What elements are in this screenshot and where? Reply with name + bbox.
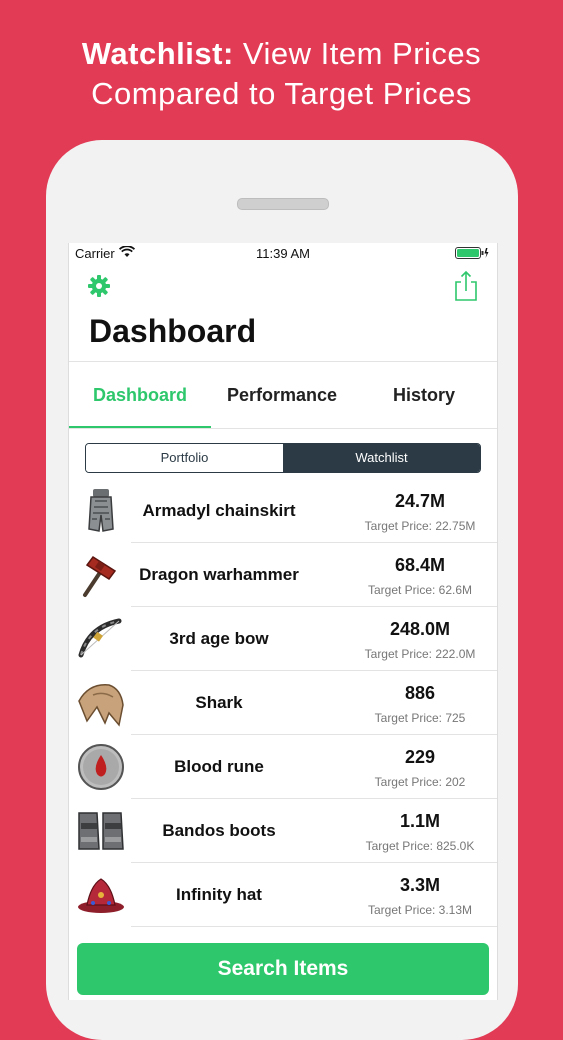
item-target-price: Target Price: 3.13M — [367, 903, 473, 917]
battery-icon — [455, 247, 489, 259]
list-item[interactable]: Shark 886 Target Price: 725 — [69, 671, 497, 735]
list-item[interactable]: Infinity hat 3.3M Target Price: 3.13M — [69, 863, 497, 927]
gear-icon[interactable] — [87, 274, 111, 298]
list-item[interactable]: Armadyl chainskirt 24.7M Target Price: 2… — [69, 479, 497, 543]
segment-watchlist[interactable]: Watchlist — [283, 444, 480, 472]
list-item[interactable]: Bandos boots 1.1M Target Price: 825.0K — [69, 799, 497, 863]
blood-rune-icon — [78, 744, 124, 790]
row-separator — [131, 926, 497, 927]
item-name: Bandos boots — [162, 821, 276, 840]
item-name: Dragon warhammer — [139, 565, 299, 584]
promo-title-rest: View Item Prices — [233, 36, 482, 71]
item-name: 3rd age bow — [169, 629, 269, 648]
item-target-price: Target Price: 725 — [374, 711, 466, 725]
list-item[interactable]: 3rd age bow 248.0M Target Price: 222.0M — [69, 607, 497, 671]
item-target-price: Target Price: 825.0K — [365, 839, 475, 853]
item-price: 3.3M — [399, 875, 441, 895]
item-name: Infinity hat — [176, 885, 262, 904]
dragon-warhammer-icon — [83, 555, 117, 597]
promo-title-bold: Watchlist: — [81, 36, 234, 71]
item-name: Shark — [195, 693, 243, 712]
search-items-button[interactable]: Search Items — [77, 943, 489, 995]
item-price: 886 — [404, 683, 436, 703]
promo-line-1: Watchlist: View Item Prices — [0, 34, 563, 74]
item-price: 1.1M — [399, 811, 441, 831]
app-screen: Carrier 11:39 AM Dashboard Dashboard Per… — [68, 243, 498, 1000]
shark-icon — [78, 684, 124, 727]
item-target-price: Target Price: 202 — [374, 775, 466, 789]
tabs-divider — [69, 428, 497, 429]
share-icon[interactable] — [453, 270, 479, 302]
item-price: 248.0M — [389, 619, 451, 639]
list-item[interactable]: Blood rune 229 Target Price: 202 — [69, 735, 497, 799]
tab-dashboard[interactable]: Dashboard — [69, 362, 211, 428]
watchlist: Armadyl chainskirt 24.7M Target Price: 2… — [69, 479, 497, 927]
item-target-price: Target Price: 22.75M — [364, 519, 476, 533]
armadyl-chainskirt-icon — [88, 489, 114, 532]
infinity-hat-icon — [78, 878, 124, 913]
item-name: Blood rune — [174, 757, 264, 776]
list-item[interactable]: Dragon warhammer 68.4M Target Price: 62.… — [69, 543, 497, 607]
item-target-price: Target Price: 222.0M — [364, 647, 476, 661]
portfolio-watchlist-toggle: Portfolio Watchlist — [85, 443, 481, 473]
tab-performance[interactable]: Performance — [211, 362, 353, 428]
item-target-price: Target Price: 62.6M — [367, 583, 473, 597]
segment-portfolio[interactable]: Portfolio — [86, 444, 283, 472]
item-price: 229 — [404, 747, 436, 767]
item-name: Armadyl chainskirt — [142, 501, 296, 520]
status-bar: Carrier 11:39 AM — [69, 243, 497, 263]
tab-history[interactable]: History — [353, 362, 495, 428]
bandos-boots-icon — [78, 812, 124, 850]
tab-bar: Dashboard Performance History — [69, 362, 497, 428]
phone-speaker — [237, 198, 329, 210]
promo-line-2: Compared to Target Prices — [91, 76, 472, 111]
item-price: 68.4M — [394, 555, 446, 575]
status-time: 11:39 AM — [256, 246, 310, 261]
page-title: Dashboard — [89, 313, 257, 349]
third-age-bow-icon — [78, 618, 122, 658]
item-price: 24.7M — [394, 491, 446, 511]
promo-headline: Watchlist: View Item Prices Compared to … — [0, 34, 563, 114]
